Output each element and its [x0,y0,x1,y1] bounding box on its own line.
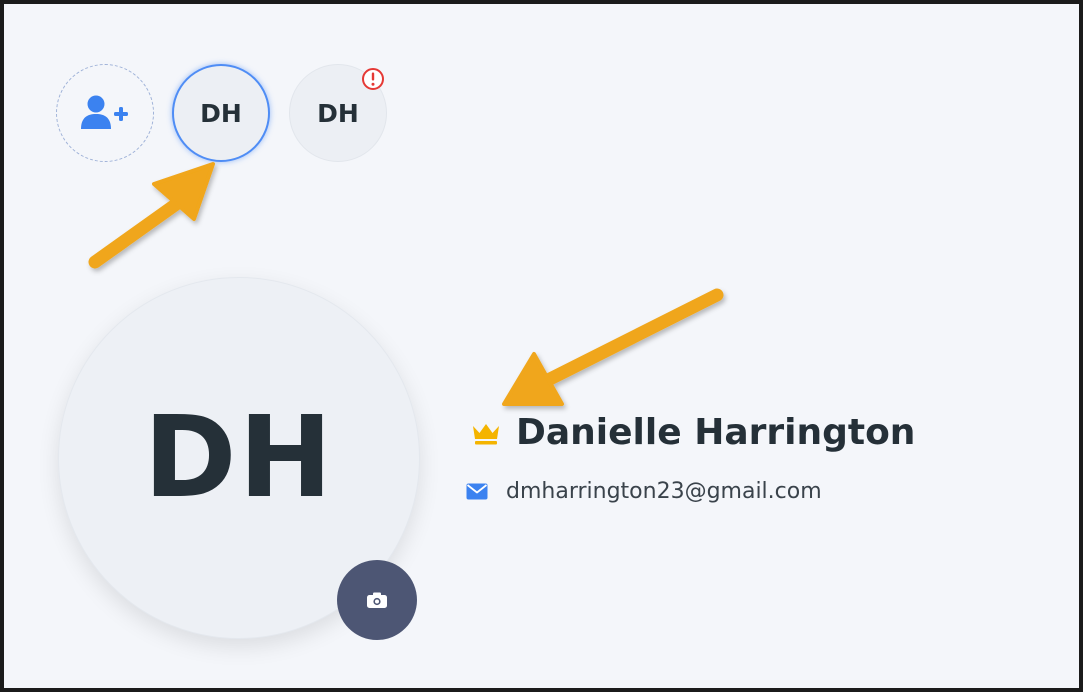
account-initials: DH [200,98,242,128]
profile-initials: DH [143,393,335,523]
account-avatar-active[interactable]: DH [172,64,270,162]
profile-email: dmharrington23@gmail.com [506,479,822,504]
annotation-arrow-account [88,162,215,269]
alert-circle-icon [362,68,384,90]
add-user-icon [81,95,128,129]
profile-email-row: dmharrington23@gmail.com [466,479,822,504]
envelope-icon [466,483,488,500]
profile-panel: DH DH DH Danielle Harrington dmharringto… [0,0,1083,692]
profile-name: Danielle Harrington [516,412,916,453]
crown-icon [473,423,499,444]
profile-name-row: Danielle Harrington [470,412,915,453]
camera-icon [367,592,387,608]
add-account-button[interactable] [56,64,154,162]
change-photo-button[interactable] [337,560,417,640]
annotation-arrow-name [502,288,724,406]
account-initials: DH [317,98,359,128]
